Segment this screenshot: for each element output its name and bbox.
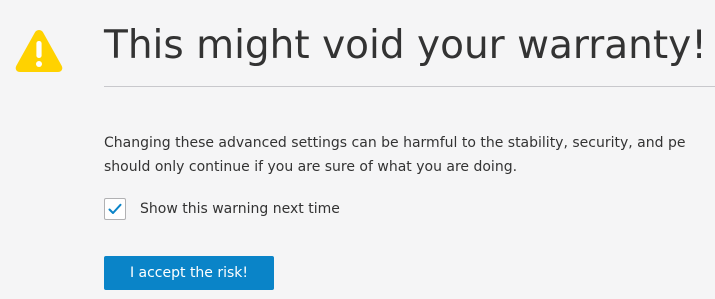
description-line-2: should only continue if you are sure of … xyxy=(104,159,518,175)
checkmark-icon xyxy=(108,203,122,214)
page-title: This might void your warranty! xyxy=(104,23,707,68)
warning-icon xyxy=(14,27,64,74)
warning-description: Changing these advanced settings can be … xyxy=(104,131,715,179)
title-divider xyxy=(104,86,715,87)
show-warning-label[interactable]: Show this warning next time xyxy=(140,201,340,217)
description-line-1: Changing these advanced settings can be … xyxy=(104,135,686,151)
show-warning-option[interactable]: Show this warning next time xyxy=(104,197,340,221)
accept-risk-button[interactable]: I accept the risk! xyxy=(104,256,274,290)
show-warning-checkbox[interactable] xyxy=(104,198,126,220)
warning-page: This might void your warranty! Changing … xyxy=(0,0,715,299)
